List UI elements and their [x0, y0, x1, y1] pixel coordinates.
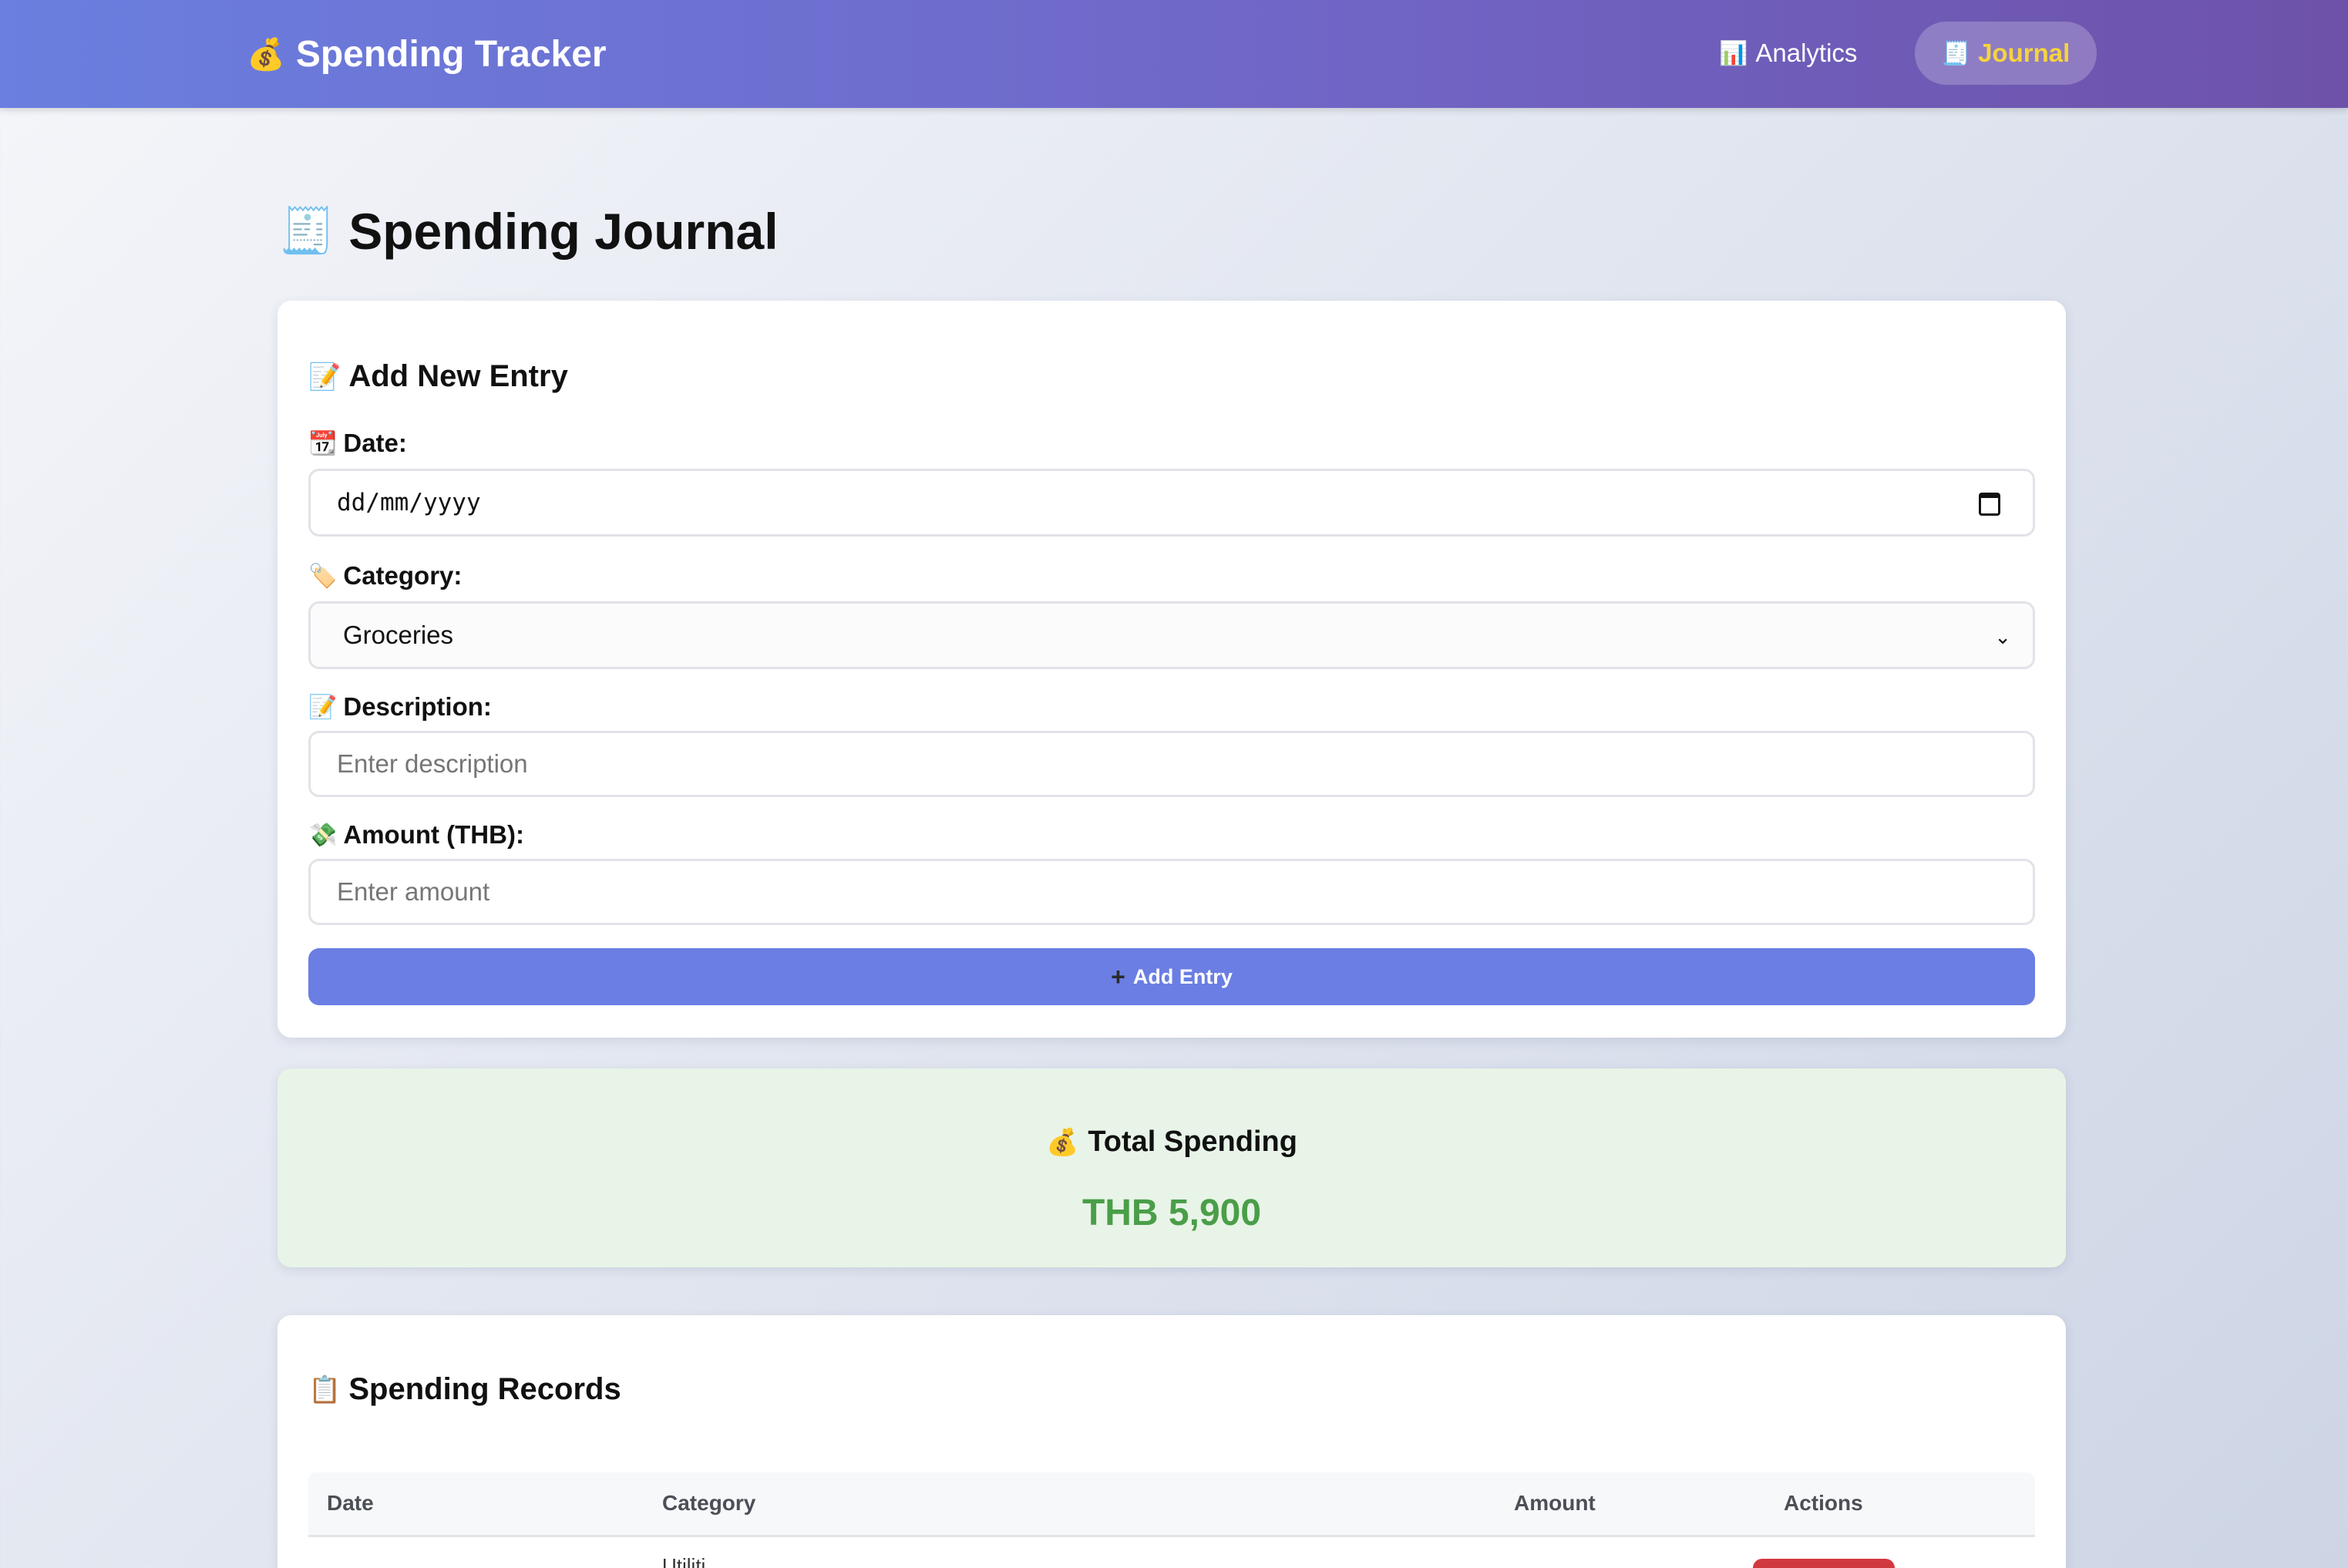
memo-icon: 📝 — [308, 694, 338, 720]
category-select[interactable]: Groceries ⌄ — [308, 601, 2035, 669]
table-header-row: Date Category Amount Actions — [308, 1472, 2035, 1537]
tag-icon: 🏷️ — [308, 563, 338, 589]
table-row: Utiliti — [308, 1537, 2035, 1568]
amount-placeholder: Enter amount — [337, 877, 490, 906]
amount-input[interactable]: Enter amount — [308, 859, 2035, 925]
calendar-picker-icon[interactable] — [1979, 493, 2000, 516]
row-category-cell: Utiliti — [662, 1554, 706, 1568]
brand-title: Spending Tracker — [295, 33, 607, 75]
add-entry-heading-text: Add New Entry — [348, 359, 568, 393]
description-label-text: Description: — [343, 692, 492, 721]
add-entry-button[interactable]: + Add Entry — [308, 948, 2035, 1005]
receipt-icon: 🧾 — [279, 206, 335, 256]
description-label: 📝 Description: — [308, 692, 492, 722]
clipboard-icon: 📋 — [308, 1375, 341, 1405]
plus-icon: + — [1111, 962, 1125, 991]
add-entry-button-label: Add Entry — [1132, 964, 1233, 988]
date-input[interactable]: dd/mm/yyyy — [308, 469, 2035, 537]
spending-records-card: 📋 Spending Records Date Category Amount … — [278, 1315, 2066, 1568]
top-navigation-bar: 💰 Spending Tracker 📊 Analytics 🧾 Journal — [0, 0, 2348, 108]
nav-journal-label: Journal — [1978, 39, 2070, 67]
memo-icon: 📝 — [308, 362, 341, 392]
description-input[interactable]: Enter description — [308, 731, 2035, 797]
total-spending-heading: 💰 Total Spending — [278, 1126, 2066, 1159]
bar-chart-icon: 📊 — [1719, 40, 1748, 66]
money-bag-icon: 💰 — [1046, 1127, 1079, 1157]
add-entry-heading: 📝 Add New Entry — [308, 359, 568, 394]
column-header-actions: Actions — [1784, 1491, 1863, 1515]
date-label: 📆 Date: — [308, 429, 407, 458]
date-label-text: Date: — [343, 429, 407, 457]
column-header-category[interactable]: Category — [662, 1491, 755, 1516]
records-table: Date Category Amount Actions Utiliti — [308, 1472, 2035, 1568]
money-bag-icon: 💰 — [247, 37, 285, 72]
nav-journal[interactable]: 🧾 Journal — [1915, 22, 2097, 85]
column-header-date[interactable]: Date — [327, 1491, 374, 1516]
amount-label-text: Amount (THB): — [343, 820, 524, 849]
category-label: 🏷️ Category: — [308, 561, 462, 591]
page-title-text: Spending Journal — [348, 203, 779, 260]
amount-label: 💸 Amount (THB): — [308, 820, 524, 850]
nav-analytics[interactable]: 📊 Analytics — [1688, 22, 1888, 85]
chevron-down-icon: ⌄ — [1994, 625, 2011, 648]
description-placeholder: Enter description — [337, 749, 528, 778]
category-selected-value: Groceries — [343, 621, 454, 649]
brand[interactable]: 💰 Spending Tracker — [247, 0, 607, 108]
date-input-placeholder: dd/mm/yyyy — [337, 489, 481, 516]
spending-records-heading: 📋 Spending Records — [308, 1372, 621, 1407]
calendar-icon: 📆 — [308, 430, 338, 456]
total-spending-value: THB 5,900 — [1081, 1193, 1262, 1233]
money-wings-icon: 💸 — [308, 822, 338, 848]
page-title: 🧾 Spending Journal — [279, 202, 779, 261]
nav-analytics-label: Analytics — [1755, 39, 1858, 67]
add-entry-card: 📝 Add New Entry 📆 Date: dd/mm/yyyy 🏷️ Ca… — [278, 301, 2066, 1038]
receipt-icon: 🧾 — [1941, 40, 1971, 66]
category-label-text: Category: — [343, 561, 463, 590]
spending-records-heading-text: Spending Records — [348, 1372, 621, 1406]
total-spending-heading-text: Total Spending — [1088, 1126, 1297, 1158]
column-header-amount[interactable]: Amount — [1514, 1491, 1596, 1516]
total-spending-card: 💰 Total Spending THB 5,900 — [278, 1068, 2066, 1267]
delete-button[interactable] — [1753, 1559, 1895, 1568]
